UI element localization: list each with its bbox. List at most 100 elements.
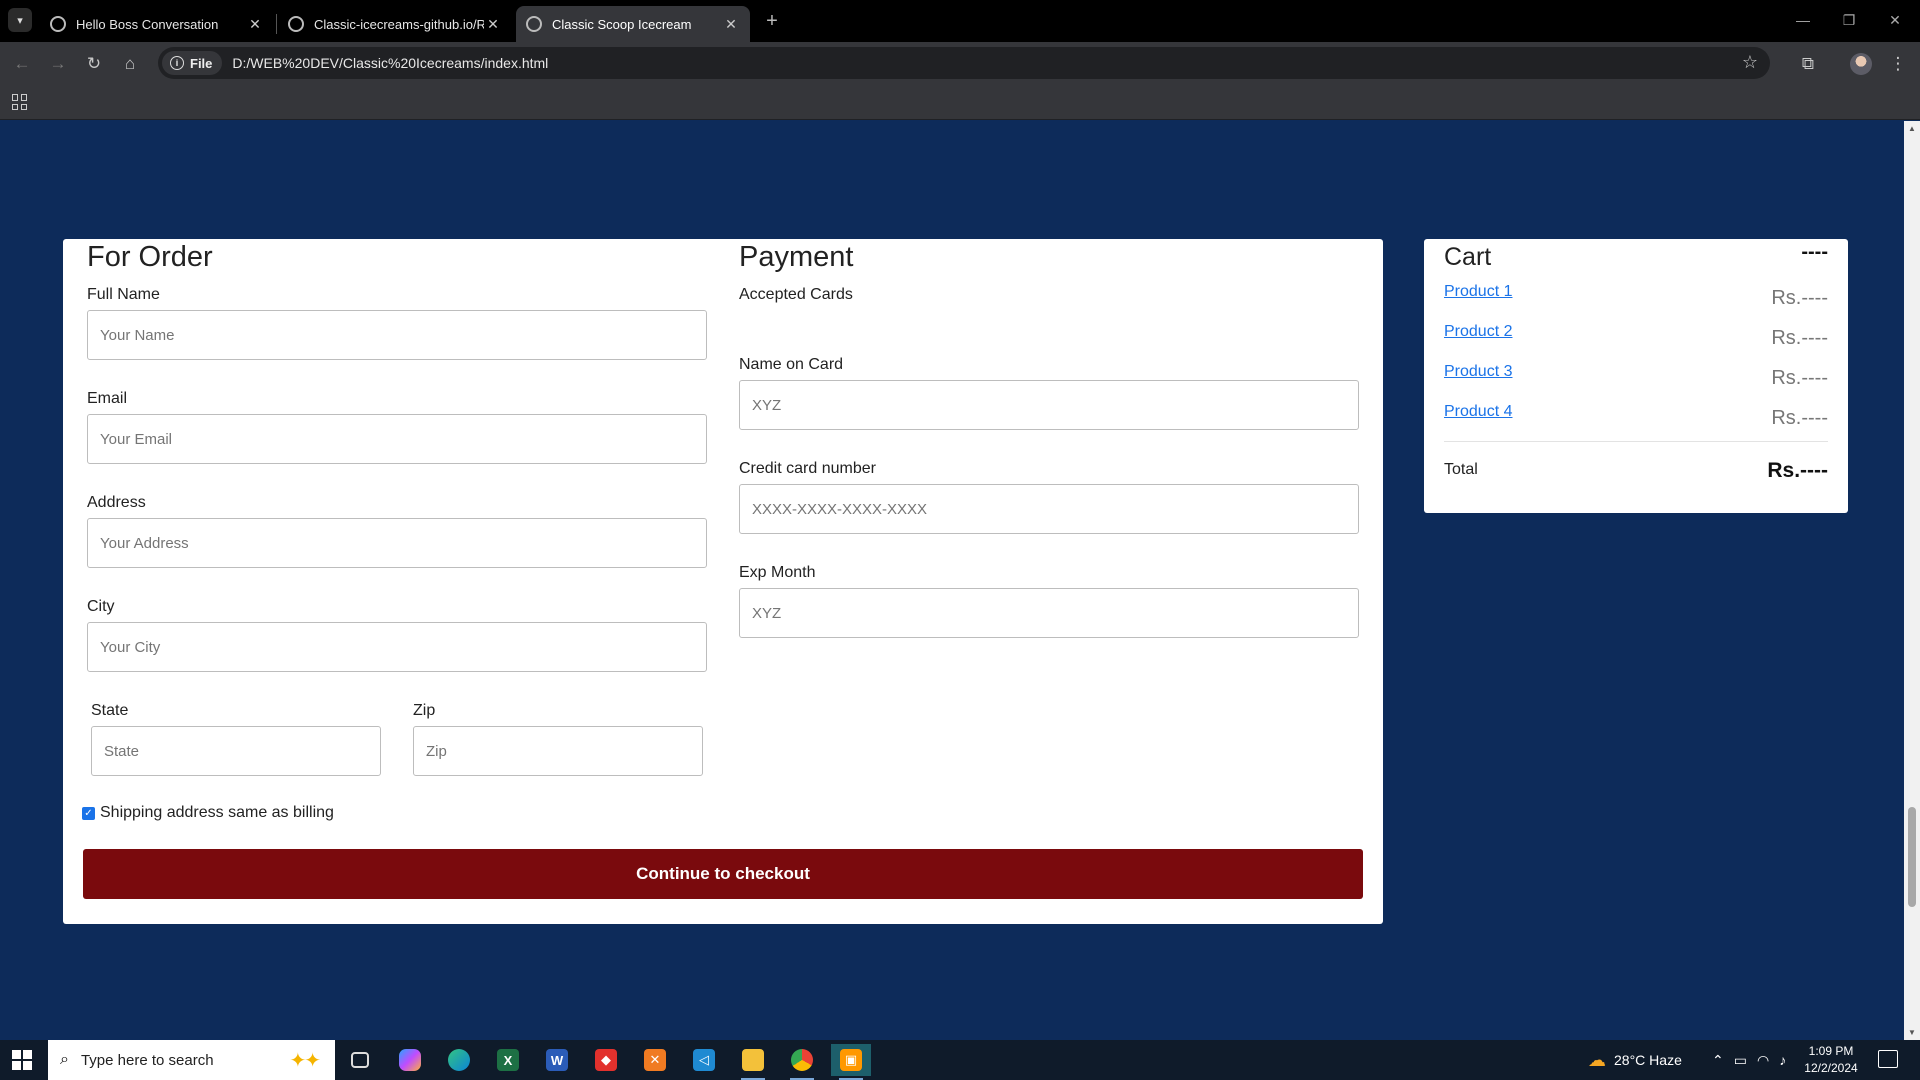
cart-item-price: Rs.---- bbox=[1771, 367, 1828, 389]
cart-item: Product 4 Rs.---- bbox=[1444, 403, 1828, 443]
cart-item-price: Rs.---- bbox=[1771, 327, 1828, 349]
bookmark-star-icon[interactable]: ☆ bbox=[1742, 52, 1758, 73]
cart-total-price: Rs.---- bbox=[1767, 459, 1828, 482]
chevron-up-icon[interactable]: ⌃ bbox=[1712, 1052, 1724, 1069]
full-name-input[interactable] bbox=[87, 310, 707, 360]
tab-search-dropdown-icon[interactable]: ▾ bbox=[8, 8, 32, 32]
wifi-icon[interactable]: ◠ bbox=[1757, 1052, 1769, 1069]
cart-item: Product 3 Rs.---- bbox=[1444, 363, 1828, 403]
zip-label: Zip bbox=[413, 702, 436, 719]
tab-divider bbox=[276, 14, 277, 34]
anydesk-icon[interactable]: ◆ bbox=[586, 1044, 626, 1076]
tab-title: Classic Scoop Icecream bbox=[552, 16, 692, 32]
site-info-chip[interactable]: i File bbox=[162, 51, 223, 75]
battery-icon[interactable]: ▭ bbox=[1734, 1052, 1747, 1069]
tab-github-readme[interactable]: Classic-icecreams-github.io/RE ✕ bbox=[278, 6, 512, 42]
minimize-icon[interactable]: — bbox=[1780, 0, 1826, 40]
zip-input[interactable] bbox=[413, 726, 703, 776]
address-bar[interactable]: i File D:/WEB%20DEV/Classic%20Icecreams/… bbox=[158, 47, 1770, 79]
reload-icon[interactable]: ↻ bbox=[80, 50, 108, 78]
word-icon[interactable]: W bbox=[537, 1044, 577, 1076]
cart-total-label: Total bbox=[1444, 461, 1478, 478]
sublime-text-icon[interactable]: ▣ bbox=[831, 1044, 871, 1080]
weather-text: 28°C Haze bbox=[1614, 1052, 1682, 1068]
cart-item-link[interactable]: Product 1 bbox=[1444, 283, 1512, 301]
url-text[interactable]: D:/WEB%20DEV/Classic%20Icecreams/index.h… bbox=[232, 55, 548, 71]
xampp-icon[interactable]: ✕ bbox=[635, 1044, 675, 1076]
new-tab-button[interactable]: + bbox=[758, 8, 786, 34]
page-viewport: For Order Full Name Email Address City S… bbox=[0, 121, 1904, 1040]
clock-time: 1:09 PM bbox=[1808, 1044, 1854, 1058]
globe-favicon-icon bbox=[526, 16, 542, 32]
windows-taskbar: ⌕ Type here to search ✦✦ X W ◆ ✕ ◁ ▣ ☁ 2… bbox=[0, 1040, 1920, 1080]
cart-card: Cart ---- Product 1 Rs.---- Product 2 Rs… bbox=[1424, 239, 1848, 513]
apps-grid-icon[interactable] bbox=[12, 94, 28, 110]
weather-widget[interactable]: ☁ 28°C Haze bbox=[1588, 1040, 1682, 1080]
tab-hello-boss[interactable]: Hello Boss Conversation ✕ bbox=[40, 6, 274, 42]
credit-card-number-label: Credit card number bbox=[739, 460, 876, 477]
credit-card-number-input[interactable] bbox=[739, 484, 1359, 534]
home-icon[interactable]: ⌂ bbox=[116, 50, 144, 78]
back-arrow-icon[interactable]: ← bbox=[8, 50, 36, 78]
scrollbar-thumb[interactable] bbox=[1908, 807, 1916, 907]
excel-icon[interactable]: X bbox=[488, 1044, 528, 1076]
windows-start-icon[interactable] bbox=[12, 1050, 32, 1070]
name-on-card-input[interactable] bbox=[739, 380, 1359, 430]
tab-classic-scoop[interactable]: Classic Scoop Icecream ✕ bbox=[516, 6, 750, 42]
profile-avatar[interactable] bbox=[1850, 53, 1872, 75]
cart-item-link[interactable]: Product 3 bbox=[1444, 363, 1512, 381]
close-icon[interactable]: ✕ bbox=[484, 16, 502, 33]
taskbar-search-placeholder: Type here to search bbox=[80, 1051, 214, 1069]
info-icon: i bbox=[170, 56, 184, 70]
city-input[interactable] bbox=[87, 622, 707, 672]
shipping-checkbox-label: Shipping address same as billing bbox=[100, 804, 334, 821]
scroll-down-arrow-icon[interactable]: ▼ bbox=[1908, 1028, 1916, 1037]
cart-divider bbox=[1444, 441, 1828, 442]
more-menu-icon[interactable]: ⋮ bbox=[1884, 50, 1912, 78]
taskbar-search-box[interactable]: ⌕ Type here to search ✦✦ bbox=[48, 1040, 335, 1080]
chrome-icon[interactable] bbox=[782, 1044, 822, 1080]
exp-month-input[interactable] bbox=[739, 588, 1359, 638]
search-icon: ⌕ bbox=[60, 1051, 69, 1068]
close-icon[interactable]: ✕ bbox=[722, 16, 740, 33]
address-input[interactable] bbox=[87, 518, 707, 568]
file-explorer-icon[interactable] bbox=[733, 1044, 773, 1080]
cart-item-price: Rs.---- bbox=[1771, 407, 1828, 429]
order-title: For Order bbox=[87, 241, 213, 273]
browser-toolbar: ← → ↻ ⌂ i File D:/WEB%20DEV/Classic%20Ic… bbox=[0, 42, 1920, 84]
cart-item-link[interactable]: Product 2 bbox=[1444, 323, 1512, 341]
window-close-icon[interactable]: ✕ bbox=[1872, 0, 1918, 40]
state-input[interactable] bbox=[91, 726, 381, 776]
bookmarks-bar bbox=[0, 84, 1920, 120]
task-view-icon[interactable] bbox=[340, 1044, 380, 1076]
search-highlight-icon: ✦✦ bbox=[289, 1050, 320, 1072]
notification-center-icon[interactable] bbox=[1878, 1050, 1898, 1068]
vscode-icon[interactable]: ◁ bbox=[684, 1044, 724, 1076]
exp-month-label: Exp Month bbox=[739, 564, 816, 581]
cart-item-link[interactable]: Product 4 bbox=[1444, 403, 1512, 421]
email-label: Email bbox=[87, 390, 128, 407]
edge-icon[interactable] bbox=[439, 1044, 479, 1076]
address-label: Address bbox=[87, 494, 146, 511]
page-scrollbar[interactable]: ▲ ▼ bbox=[1904, 121, 1920, 1040]
close-icon[interactable]: ✕ bbox=[246, 16, 264, 33]
copilot-icon[interactable] bbox=[390, 1044, 430, 1076]
taskbar-clock[interactable]: 1:09 PM 12/2/2024 bbox=[1794, 1043, 1868, 1077]
volume-icon[interactable]: ♪ bbox=[1779, 1052, 1786, 1068]
site-info-label: File bbox=[190, 55, 213, 71]
tab-title: Hello Boss Conversation bbox=[76, 16, 219, 32]
city-label: City bbox=[87, 598, 115, 615]
weather-haze-icon: ☁ bbox=[1588, 1049, 1606, 1070]
restore-icon[interactable]: ❐ bbox=[1826, 0, 1872, 40]
email-input[interactable] bbox=[87, 414, 707, 464]
forward-arrow-icon[interactable]: → bbox=[44, 50, 72, 78]
shipping-same-checkbox[interactable]: ✓ bbox=[82, 806, 95, 820]
shipping-checkbox-row[interactable]: ✓ Shipping address same as billing bbox=[82, 804, 334, 822]
cart-item: Product 1 Rs.---- bbox=[1444, 283, 1828, 323]
scroll-up-arrow-icon[interactable]: ▲ bbox=[1908, 124, 1916, 133]
extensions-icon[interactable]: ⧉ bbox=[1794, 50, 1822, 78]
full-name-label: Full Name bbox=[87, 286, 160, 303]
checkout-form-card: For Order Full Name Email Address City S… bbox=[63, 239, 1383, 924]
continue-to-checkout-button[interactable]: Continue to checkout bbox=[83, 849, 1363, 899]
tab-title: Classic-icecreams-github.io/RE bbox=[314, 16, 484, 32]
